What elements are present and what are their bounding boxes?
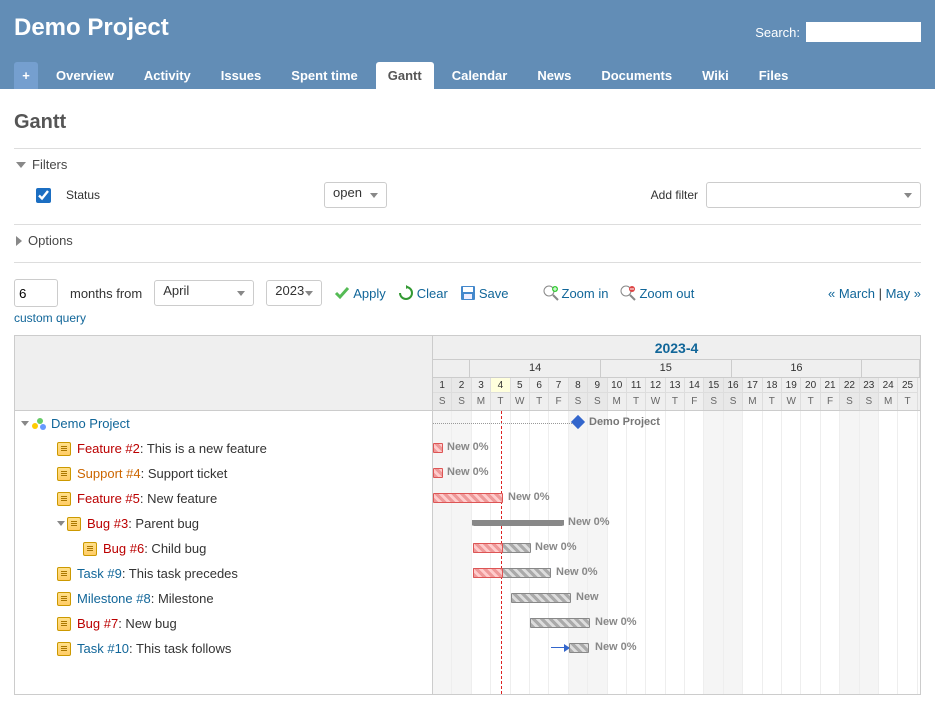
status-filter-checkbox[interactable] [36, 188, 51, 203]
custom-query-link[interactable]: custom query [14, 311, 86, 325]
ticket-icon [57, 442, 71, 456]
tab-activity[interactable]: Activity [132, 62, 203, 89]
add-filter-label: Add filter [651, 188, 698, 202]
ticket-icon [57, 492, 71, 506]
tab-wiki[interactable]: Wiki [690, 62, 741, 89]
search-input[interactable] [806, 22, 921, 42]
row-bug-7[interactable]: Bug #7: New bug [15, 611, 432, 636]
main-tabs: + Overview Activity Issues Spent time Ga… [14, 62, 921, 89]
status-filter-select[interactable]: open [324, 182, 387, 208]
options-toggle[interactable]: Options [14, 231, 921, 256]
bar-bug-3[interactable] [473, 520, 563, 526]
apply-button[interactable]: Apply [334, 285, 386, 301]
bar-task-10[interactable] [569, 643, 589, 653]
options-section: Options [14, 224, 921, 263]
tab-news[interactable]: News [525, 62, 583, 89]
row-task-10[interactable]: Task #10: This task follows [15, 636, 432, 661]
tab-calendar[interactable]: Calendar [440, 62, 520, 89]
row-bug-3[interactable]: Bug #3: Parent bug [15, 511, 432, 536]
row-task-9[interactable]: Task #9: This task precedes [15, 561, 432, 586]
bar-milestone-8[interactable] [511, 593, 571, 603]
status-filter-label: Status [66, 188, 100, 202]
tab-overview[interactable]: Overview [44, 62, 126, 89]
row-feature-5[interactable]: Feature #5: New feature [15, 486, 432, 511]
save-button[interactable]: Save [460, 285, 509, 301]
tab-documents[interactable]: Documents [589, 62, 684, 89]
week-header: 141516 [433, 360, 920, 378]
filters-toggle[interactable]: Filters [14, 155, 921, 180]
row-feature-2[interactable]: Feature #2: This is a new feature [15, 436, 432, 461]
row-bug-6[interactable]: Bug #6: Child bug [15, 536, 432, 561]
zoom-in-button[interactable]: Zoom in [543, 285, 609, 301]
page-title: Gantt [14, 111, 921, 134]
milestone-diamond[interactable] [571, 415, 585, 429]
day-header: 1S2S3M4T5W6T7F8S9S10M11T12W13T14F15S16S1… [433, 378, 920, 410]
zoom-out-button[interactable]: Zoom out [620, 285, 694, 301]
clear-button[interactable]: Clear [398, 285, 448, 301]
chevron-down-icon [16, 162, 26, 168]
ticket-icon [83, 542, 97, 556]
bar-feature-2[interactable] [433, 443, 443, 453]
prev-month-link[interactable]: « March [828, 286, 875, 301]
search-area: Search: [755, 22, 921, 42]
gantt-toolbar: months from April 2023 Apply Clear Save … [14, 279, 921, 307]
filters-label: Filters [32, 157, 67, 172]
next-month-link[interactable]: May » [886, 286, 921, 301]
options-label: Options [28, 233, 73, 248]
bar-bug-7[interactable] [530, 618, 590, 628]
gantt-timeline[interactable]: 2023-4 141516 1S2S3M4T5W6T7F8S9S10M11T12… [433, 336, 920, 694]
content: Gantt Filters Status open Add filter Opt… [0, 89, 935, 707]
months-from-label: months from [70, 286, 142, 301]
tab-new[interactable]: + [14, 62, 38, 89]
save-icon [460, 285, 476, 301]
month-select[interactable]: April [154, 280, 254, 306]
ticket-icon [57, 567, 71, 581]
ticket-icon [67, 517, 81, 531]
relation-arrow [551, 647, 569, 648]
add-filter-select[interactable] [706, 182, 921, 208]
tab-gantt[interactable]: Gantt [376, 62, 434, 89]
filters-section: Filters Status open Add filter [14, 148, 921, 224]
chevron-right-icon [16, 236, 22, 246]
chart-area: Demo Project New 0% New 0% New 0% New 0% [433, 411, 920, 694]
row-project[interactable]: Demo Project [15, 411, 432, 436]
expand-icon[interactable] [57, 521, 65, 526]
project-title[interactable]: Demo Project [14, 14, 169, 42]
year-select[interactable]: 2023 [266, 280, 322, 306]
check-icon [334, 285, 350, 301]
month-header[interactable]: 2023-4 [433, 336, 920, 360]
bar-feature-5[interactable] [433, 493, 503, 503]
tab-issues[interactable]: Issues [209, 62, 273, 89]
reload-icon [398, 285, 414, 301]
row-support-4[interactable]: Support #4: Support ticket [15, 461, 432, 486]
expand-icon[interactable] [21, 421, 29, 426]
months-count-input[interactable] [14, 279, 58, 307]
gantt-chart: Demo Project Feature #2: This is a new f… [14, 335, 921, 695]
ticket-icon [57, 592, 71, 606]
ticket-icon [57, 467, 71, 481]
bar-support-4[interactable] [433, 468, 443, 478]
project-icon [31, 416, 47, 432]
tab-files[interactable]: Files [747, 62, 801, 89]
app-header: Demo Project Search: + Overview Activity… [0, 0, 935, 89]
ticket-icon [57, 617, 71, 631]
row-milestone-8[interactable]: Milestone #8: Milestone [15, 586, 432, 611]
zoom-out-icon [620, 285, 636, 301]
tab-spent-time[interactable]: Spent time [279, 62, 369, 89]
gantt-subjects: Demo Project Feature #2: This is a new f… [15, 336, 433, 694]
ticket-icon [57, 642, 71, 656]
search-label: Search: [755, 25, 800, 40]
zoom-in-icon [543, 285, 559, 301]
